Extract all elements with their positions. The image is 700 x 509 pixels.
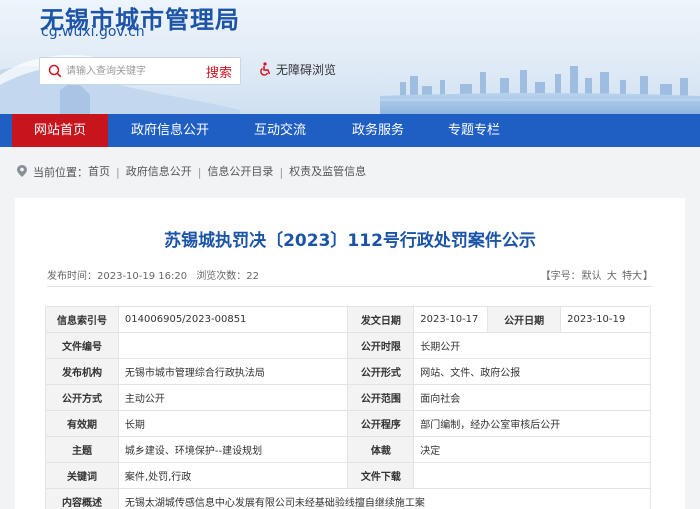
table-cell-key: 关键词	[45, 462, 119, 489]
table-cell-value: 长期	[117, 410, 349, 437]
font-size-suffix: 】	[643, 271, 653, 282]
table-cell-value: 主动公开	[117, 384, 349, 411]
article-card: 苏锡城执罚决〔2023〕112号行政处罚案件公示 发布时间：2023-10-19…	[15, 198, 685, 509]
table-cell-key: 公开程序	[347, 410, 415, 437]
accessibility-button[interactable]: 无障碍浏览	[258, 61, 336, 78]
table-cell-value: 014006905/2023-00851	[117, 306, 349, 333]
info-table: 信息索引号 014006905/2023-00851 发文日期 2023-10-…	[45, 306, 652, 509]
publish-time: 发布时间：2023-10-19 16:20	[47, 271, 188, 282]
nav-gov-info[interactable]: 政府信息公开	[122, 114, 218, 147]
table-cell-key: 发布机构	[45, 358, 119, 385]
table-cell-value: 面向社会	[413, 384, 651, 411]
search-icon	[48, 64, 62, 78]
table-cell-value: 无锡市城市管理综合行政执法局	[117, 358, 349, 385]
table-cell-key: 主题	[45, 436, 119, 463]
table-cell-key: 信息索引号	[45, 306, 119, 333]
breadcrumb-item-home[interactable]: 首页	[88, 165, 110, 178]
font-size-prefix: 【字号：	[540, 271, 581, 282]
table-cell-value: 长期公开	[413, 332, 651, 359]
table-cell-key: 公开时限	[347, 332, 415, 359]
breadcrumb: 当前位置：首页 | 政府信息公开 | 信息公开目录 | 权责及监管信息	[0, 147, 700, 193]
font-size-default[interactable]: 默认	[582, 271, 602, 282]
table-cell-key: 有效期	[45, 410, 119, 437]
table-cell-key: 体裁	[347, 436, 415, 463]
table-cell-key: 公开日期	[487, 306, 562, 333]
font-size-large[interactable]: 大	[607, 271, 617, 282]
nav-interaction[interactable]: 互动交流	[232, 114, 328, 147]
table-cell-key: 发文日期	[347, 306, 415, 333]
table-cell-value	[117, 332, 349, 359]
table-row: 文件编号 公开时限 长期公开	[45, 332, 651, 359]
view-count: 浏览次数：22	[196, 271, 260, 282]
article-title: 苏锡城执罚决〔2023〕112号行政处罚案件公示	[164, 231, 536, 251]
breadcrumb-prefix: 当前位置：	[33, 166, 88, 179]
site-header: 无锡市城市管理局 cg.wuxi.gov.cn 搜索 无障碍浏览	[0, 0, 700, 114]
site-domain: cg.wuxi.gov.cn	[41, 24, 145, 40]
table-row: 内容概述 无锡太湖城传感信息中心发展有限公司未经基础验线擅自继续施工案	[45, 488, 652, 509]
search-button[interactable]: 搜索	[206, 62, 232, 81]
table-row: 信息索引号 014006905/2023-00851 发文日期 2023-10-…	[45, 306, 651, 333]
breadcrumb-item-regulation[interactable]: 权责及监管信息	[289, 165, 366, 178]
nav-home[interactable]: 网站首页	[12, 114, 108, 147]
main-nav: 网站首页 政府信息公开 互动交流 政务服务 专题专栏	[0, 114, 700, 147]
table-row: 公开方式 主动公开 公开范围 面向社会	[45, 384, 651, 411]
table-cell-value: 2023-10-19	[560, 306, 651, 333]
breadcrumb-separator: |	[116, 165, 120, 179]
search-input[interactable]	[66, 63, 196, 79]
table-cell-key: 公开方式	[45, 384, 119, 411]
table-cell-value: 2023-10-17	[413, 306, 489, 333]
table-cell-value: 网站、文件、政府公报	[413, 358, 651, 385]
breadcrumb-separator: |	[197, 165, 202, 179]
font-size-xlarge[interactable]: 特大	[622, 271, 642, 282]
breadcrumb-item-gov-info[interactable]: 政府信息公开	[126, 165, 192, 178]
divider	[47, 286, 653, 287]
table-cell-key: 公开形式	[347, 358, 415, 385]
accessibility-label: 无障碍浏览	[276, 63, 337, 77]
table-cell-key: 文件下载	[347, 462, 415, 489]
table-cell-key: 公开范围	[347, 384, 415, 411]
table-row: 有效期 长期 公开程序 部门编制，经办公室审核后公开	[45, 410, 651, 437]
nav-gov-services[interactable]: 政务服务	[330, 114, 426, 147]
table-row: 主题 城乡建设、环境保护--建设规划 体裁 决定	[45, 436, 651, 463]
search-box: 搜索	[39, 57, 241, 85]
table-cell-value: 部门编制，经办公室审核后公开	[413, 410, 651, 437]
table-cell-key: 内容概述	[45, 488, 119, 509]
table-cell-key: 文件编号	[45, 332, 119, 359]
table-row: 关键词 案件,处罚,行政 文件下载	[45, 462, 651, 489]
table-cell-value: 无锡太湖城传感信息中心发展有限公司未经基础验线擅自继续施工案	[117, 488, 652, 509]
font-size-switcher: 【字号：默认 大 特大】	[541, 267, 653, 282]
table-cell-value: 城乡建设、环境保护--建设规划	[117, 436, 349, 463]
wheelchair-icon	[260, 62, 271, 76]
breadcrumb-separator: |	[279, 165, 284, 179]
breadcrumb-item-catalog[interactable]: 信息公开目录	[207, 165, 273, 178]
table-cell-value: 案件,处罚,行政	[117, 462, 349, 489]
article-meta: 发布时间：2023-10-19 16:20 浏览次数：22	[47, 267, 265, 282]
location-pin-icon	[17, 165, 27, 177]
table-row: 发布机构 无锡市城市管理综合行政执法局 公开形式 网站、文件、政府公报	[45, 358, 651, 385]
table-cell-value: 决定	[413, 436, 651, 463]
nav-special-topics[interactable]: 专题专栏	[426, 114, 522, 147]
file-download-cell[interactable]	[413, 462, 651, 489]
